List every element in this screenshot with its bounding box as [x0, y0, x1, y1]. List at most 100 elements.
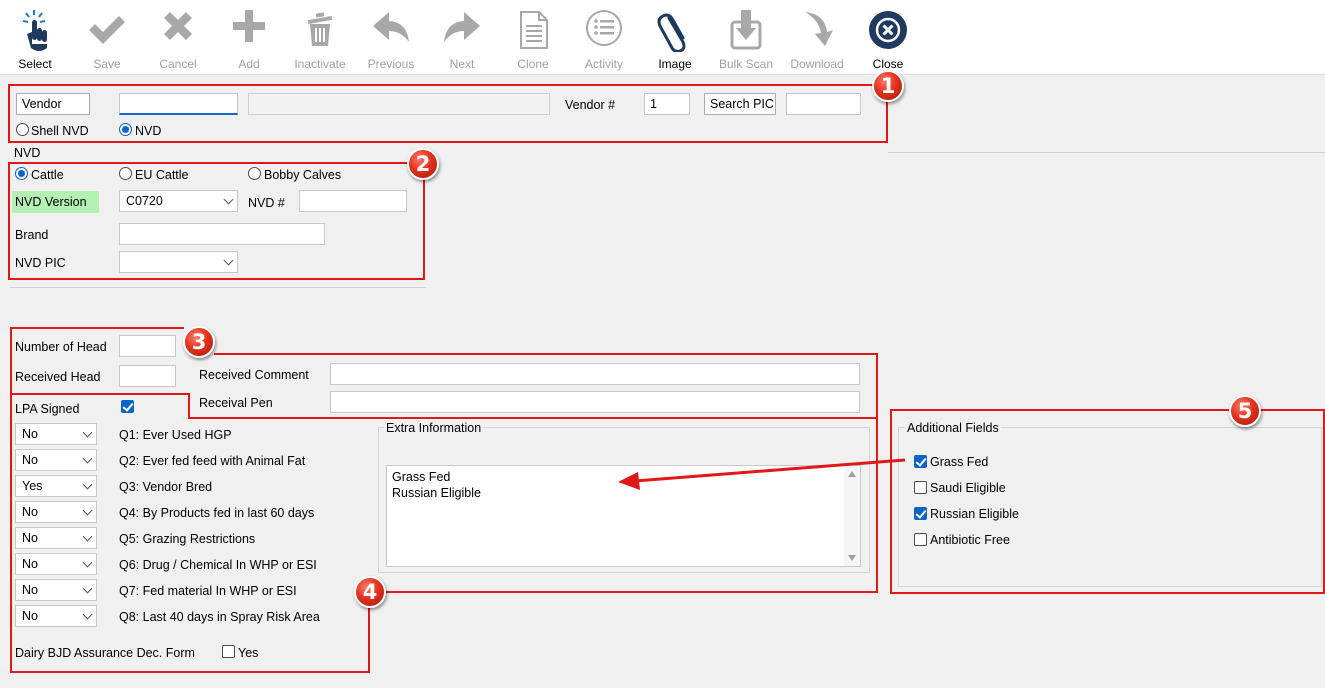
receival-pen-input[interactable]	[330, 391, 860, 413]
lpa-signed-label: LPA Signed	[15, 402, 80, 416]
checkmark-icon	[89, 16, 125, 44]
q3-question-label: Q3: Vendor Bred	[119, 480, 213, 494]
activity-button[interactable]: Activity	[569, 4, 639, 71]
image-label: Image	[658, 57, 692, 71]
bulk-scan-label: Bulk Scan	[718, 57, 774, 71]
arrow-left-icon	[373, 12, 409, 42]
q7-answer-select[interactable]: No	[15, 579, 97, 601]
q4-answer-select[interactable]: No	[15, 501, 97, 523]
download-button[interactable]: Download	[782, 4, 852, 71]
annotation-badge-5: 5	[1229, 395, 1261, 427]
inactivate-button[interactable]: Inactivate	[285, 4, 355, 71]
extra-information-title: Extra Information	[384, 420, 484, 436]
clone-label: Clone	[517, 57, 549, 71]
annotation-box-1	[8, 84, 888, 143]
extra-line-grass-fed: Grass Fed	[392, 470, 451, 484]
save-button[interactable]: Save	[72, 4, 142, 71]
q1-answer-select[interactable]: No	[15, 423, 97, 445]
q5-answer-select[interactable]: No	[15, 527, 97, 549]
download-icon	[805, 12, 833, 46]
close-button[interactable]: Close	[853, 4, 923, 71]
received-comment-label: Received Comment	[199, 368, 309, 382]
previous-button[interactable]: Previous	[356, 4, 426, 71]
annotation-arrow	[618, 458, 906, 490]
number-of-head-label: Number of Head	[15, 340, 107, 354]
q8-answer-value: No	[22, 609, 38, 623]
toolbar: Select Save Cancel Add Inactivate Previo…	[0, 0, 1325, 74]
select-label: Select	[18, 57, 52, 71]
lpa-signed-checkbox[interactable]	[121, 400, 134, 413]
annotation-box-3-top-right	[214, 353, 878, 355]
annotation-box-3-mid	[10, 393, 190, 395]
q6-answer-select[interactable]: No	[15, 553, 97, 575]
nvd-divider	[10, 287, 426, 288]
annotation-box-4-mid	[368, 591, 878, 593]
q8-answer-select[interactable]: No	[15, 605, 97, 627]
annotation-box-3-left	[10, 327, 12, 394]
select-button[interactable]: Select	[0, 4, 70, 71]
annotation-box-3-top-left	[10, 327, 184, 329]
save-label: Save	[93, 57, 121, 71]
received-head-input[interactable]	[119, 365, 176, 387]
previous-label: Previous	[367, 57, 415, 71]
annotation-badge-3: 3	[183, 326, 215, 358]
q5-question-label: Q5: Grazing Restrictions	[119, 532, 256, 546]
chevron-down-icon	[82, 505, 93, 516]
dairy-bjd-yes-label: Yes	[238, 646, 259, 660]
annotation-box-3-step	[188, 393, 190, 419]
pointer-hand-icon	[22, 10, 47, 51]
annotation-badge-4: 4	[354, 576, 386, 608]
chevron-down-icon	[82, 427, 93, 438]
cancel-button[interactable]: Cancel	[143, 4, 213, 71]
next-label: Next	[449, 57, 475, 71]
q1-question-label: Q1: Ever Used HGP	[119, 428, 232, 442]
trash-icon	[307, 12, 333, 46]
annotation-box-5	[890, 409, 1325, 594]
plus-icon	[233, 10, 265, 42]
chevron-down-icon	[82, 609, 93, 620]
annotation-box-2	[8, 162, 425, 280]
q6-answer-value: No	[22, 557, 38, 571]
q2-answer-select[interactable]: No	[15, 449, 97, 471]
chevron-down-icon	[82, 583, 93, 594]
chevron-down-icon	[82, 531, 93, 542]
next-button[interactable]: Next	[427, 4, 497, 71]
q6-question-label: Q6: Drug / Chemical In WHP or ESI	[119, 558, 317, 572]
download-label: Download	[790, 57, 844, 71]
number-of-head-input[interactable]	[119, 335, 176, 357]
dairy-bjd-label: Dairy BJD Assurance Dec. Form	[15, 646, 195, 660]
q8-question-label: Q8: Last 40 days in Spray Risk Area	[119, 610, 320, 624]
close-circle-icon	[869, 11, 907, 49]
dairy-bjd-checkbox[interactable]	[222, 645, 235, 658]
nvd-section-label: NVD	[14, 146, 41, 160]
list-icon	[586, 10, 622, 46]
header-divider	[888, 152, 1325, 153]
bulk-scan-icon	[730, 10, 762, 50]
q7-question-label: Q7: Fed material In WHP or ESI	[119, 584, 297, 598]
received-comment-input[interactable]	[330, 363, 860, 385]
document-icon	[520, 11, 548, 49]
received-head-label: Received Head	[15, 370, 101, 384]
annotation-badge-1: 1	[872, 70, 904, 102]
clone-button[interactable]: Clone	[498, 4, 568, 71]
q7-answer-value: No	[22, 583, 38, 597]
annotation-box-3-right	[876, 353, 878, 419]
cancel-label: Cancel	[159, 57, 197, 71]
q2-answer-value: No	[22, 453, 38, 467]
q3-answer-select[interactable]: Yes	[15, 475, 97, 497]
image-button[interactable]: Image	[640, 4, 710, 71]
q4-answer-value: No	[22, 505, 38, 519]
scroll-down-icon[interactable]	[848, 555, 856, 561]
bulk-scan-button[interactable]: Bulk Scan	[711, 4, 781, 71]
chevron-down-icon	[82, 557, 93, 568]
x-icon	[164, 12, 192, 40]
annotation-box-4-right-upper	[876, 417, 878, 593]
add-label: Add	[238, 57, 260, 71]
chevron-down-icon	[82, 453, 93, 464]
receival-pen-label: Receival Pen	[199, 396, 273, 410]
paperclip-icon	[657, 13, 686, 52]
q4-question-label: Q4: By Products fed in last 60 days	[119, 506, 315, 520]
add-button[interactable]: Add	[214, 4, 284, 71]
toolbar-divider	[0, 74, 1325, 75]
close-label: Close	[872, 57, 904, 71]
